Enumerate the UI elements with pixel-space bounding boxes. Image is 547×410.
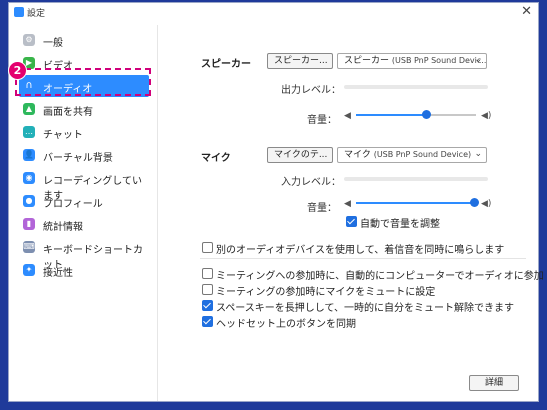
sidebar-item-share-screen[interactable]: ▲ 画面を共有 [19,98,149,120]
sidebar-item-profile[interactable]: ● プロフィール [19,190,149,212]
sidebar-item-label: ビデオ [43,61,73,72]
sidebar-item-recording[interactable]: ◉ レコーディングしています [19,167,149,202]
sidebar-item-keyboard-shortcuts[interactable]: ⌨ キーボードショートカット [19,236,149,271]
slider-thumb[interactable] [421,110,431,119]
speaker-volume-slider[interactable] [356,110,476,120]
volume-high-icon: ◀) [481,111,492,121]
auto-join-audio-label: ミーティングへの参加時に、自動的にコンピューターでオーディオに参加 [216,271,544,282]
accessibility-icon: ✦ [23,264,35,276]
chevron-down-icon: ⌄ [474,149,482,159]
mic-device-prefix: マイク [344,150,371,160]
mic-device-select[interactable]: マイク (USB PnP Sound Device) ⌄ [337,147,487,163]
sidebar-item-statistics[interactable]: ▮ 統計情報 [19,213,149,235]
output-level-meter [344,85,488,89]
sidebar-item-label: 一般 [43,38,63,49]
speaker-device-prefix: スピーカー [344,56,390,66]
test-speaker-button[interactable]: スピーカー... [267,53,333,69]
chevron-down-icon: ⌄ [474,55,482,65]
sidebar: ⚙ 一般 ▶ ビデオ ∩ オーディオ ▲ 画面を共有 … チャット 👤 バーチャ… [8,25,158,401]
output-level-label: 出力レベル： [281,85,341,96]
slider-fill [356,114,426,116]
sidebar-item-virtual-background[interactable]: 👤 バーチャル背景 [19,144,149,166]
sidebar-item-label: チャット [43,130,83,141]
step-badge: 2 [8,61,27,80]
input-level-meter [344,177,488,181]
sidebar-item-accessibility[interactable]: ✦ 接近性 [19,259,149,281]
push-to-talk-checkbox[interactable] [202,300,213,311]
headphones-icon: ∩ [25,80,33,91]
statistics-icon: ▮ [23,218,35,230]
volume-low-icon: ◀ [344,199,351,209]
advanced-button[interactable]: 詳細 [469,375,519,391]
speaker-volume-label: 音量： [307,115,337,126]
title-bar: 設定 ✕ [9,3,538,21]
ring-separate-device-checkbox[interactable] [202,242,213,253]
auto-join-audio-checkbox[interactable] [202,268,213,279]
speaker-device-name: (USB PnP Sound Devic... [391,56,487,65]
auto-adjust-volume-checkbox[interactable] [346,216,357,227]
window-title: 設定 [27,9,46,19]
volume-high-icon: ◀) [481,199,492,209]
test-mic-button[interactable]: マイクのテ... [267,147,333,163]
close-icon[interactable]: ✕ [521,4,532,19]
keyboard-icon: ⌨ [23,241,35,253]
mute-on-join-label: ミーティングの参加時にマイクをミュートに設定 [216,287,436,298]
auto-adjust-volume-label: 自動で音量を調整 [360,219,440,230]
slider-fill [356,202,474,204]
volume-low-icon: ◀ [344,111,351,121]
chat-icon: … [23,126,35,138]
sync-headset-buttons-label: ヘッドセット上のボタンを同期 [216,319,356,330]
sidebar-item-label: オーディオ [43,84,93,95]
mute-on-join-checkbox[interactable] [202,284,213,295]
input-level-label: 入力レベル： [281,177,341,188]
divider [200,258,526,259]
sidebar-item-label: バーチャル背景 [43,153,113,164]
settings-window: 設定 ✕ ⚙ 一般 ▶ ビデオ ∩ オーディオ ▲ 画面を共有 … チャット 👤… [8,2,544,402]
sidebar-item-video[interactable]: ▶ ビデオ [19,52,149,74]
share-screen-icon: ▲ [23,103,35,115]
speaker-device-select[interactable]: スピーカー (USB PnP Sound Devic... ⌄ [337,53,487,69]
sidebar-item-chat[interactable]: … チャット [19,121,149,143]
virtual-background-icon: 👤 [23,149,35,161]
sidebar-item-audio[interactable]: ∩ オーディオ [19,75,149,97]
mic-volume-slider[interactable] [356,198,479,208]
sidebar-item-label: 統計情報 [43,222,83,233]
sidebar-item-label: 接近性 [43,268,73,279]
audio-settings-panel: スピーカー スピーカー... スピーカー (USB PnP Sound Devi… [158,25,544,401]
recording-icon: ◉ [23,172,35,184]
zoom-app-icon [14,7,24,17]
mic-section-label: マイク [201,153,231,164]
speaker-section-label: スピーカー [201,59,251,70]
ring-separate-device-label: 別のオーディオデバイスを使用して、着信音を同時に鳴らします [216,245,505,256]
sidebar-item-label: 画面を共有 [43,107,93,118]
sync-headset-buttons-checkbox[interactable] [202,316,213,327]
slider-thumb[interactable] [470,198,479,207]
sidebar-item-general[interactable]: ⚙ 一般 [19,29,149,51]
sidebar-item-label: プロフィール [43,199,103,210]
mic-device-name: (USB PnP Sound Device) [373,150,472,159]
profile-icon: ● [23,195,35,207]
mic-volume-label: 音量： [307,203,337,214]
gear-icon: ⚙ [23,34,35,46]
push-to-talk-label: スペースキーを長押しして、一時的に自分をミュート解除できます [216,303,514,314]
